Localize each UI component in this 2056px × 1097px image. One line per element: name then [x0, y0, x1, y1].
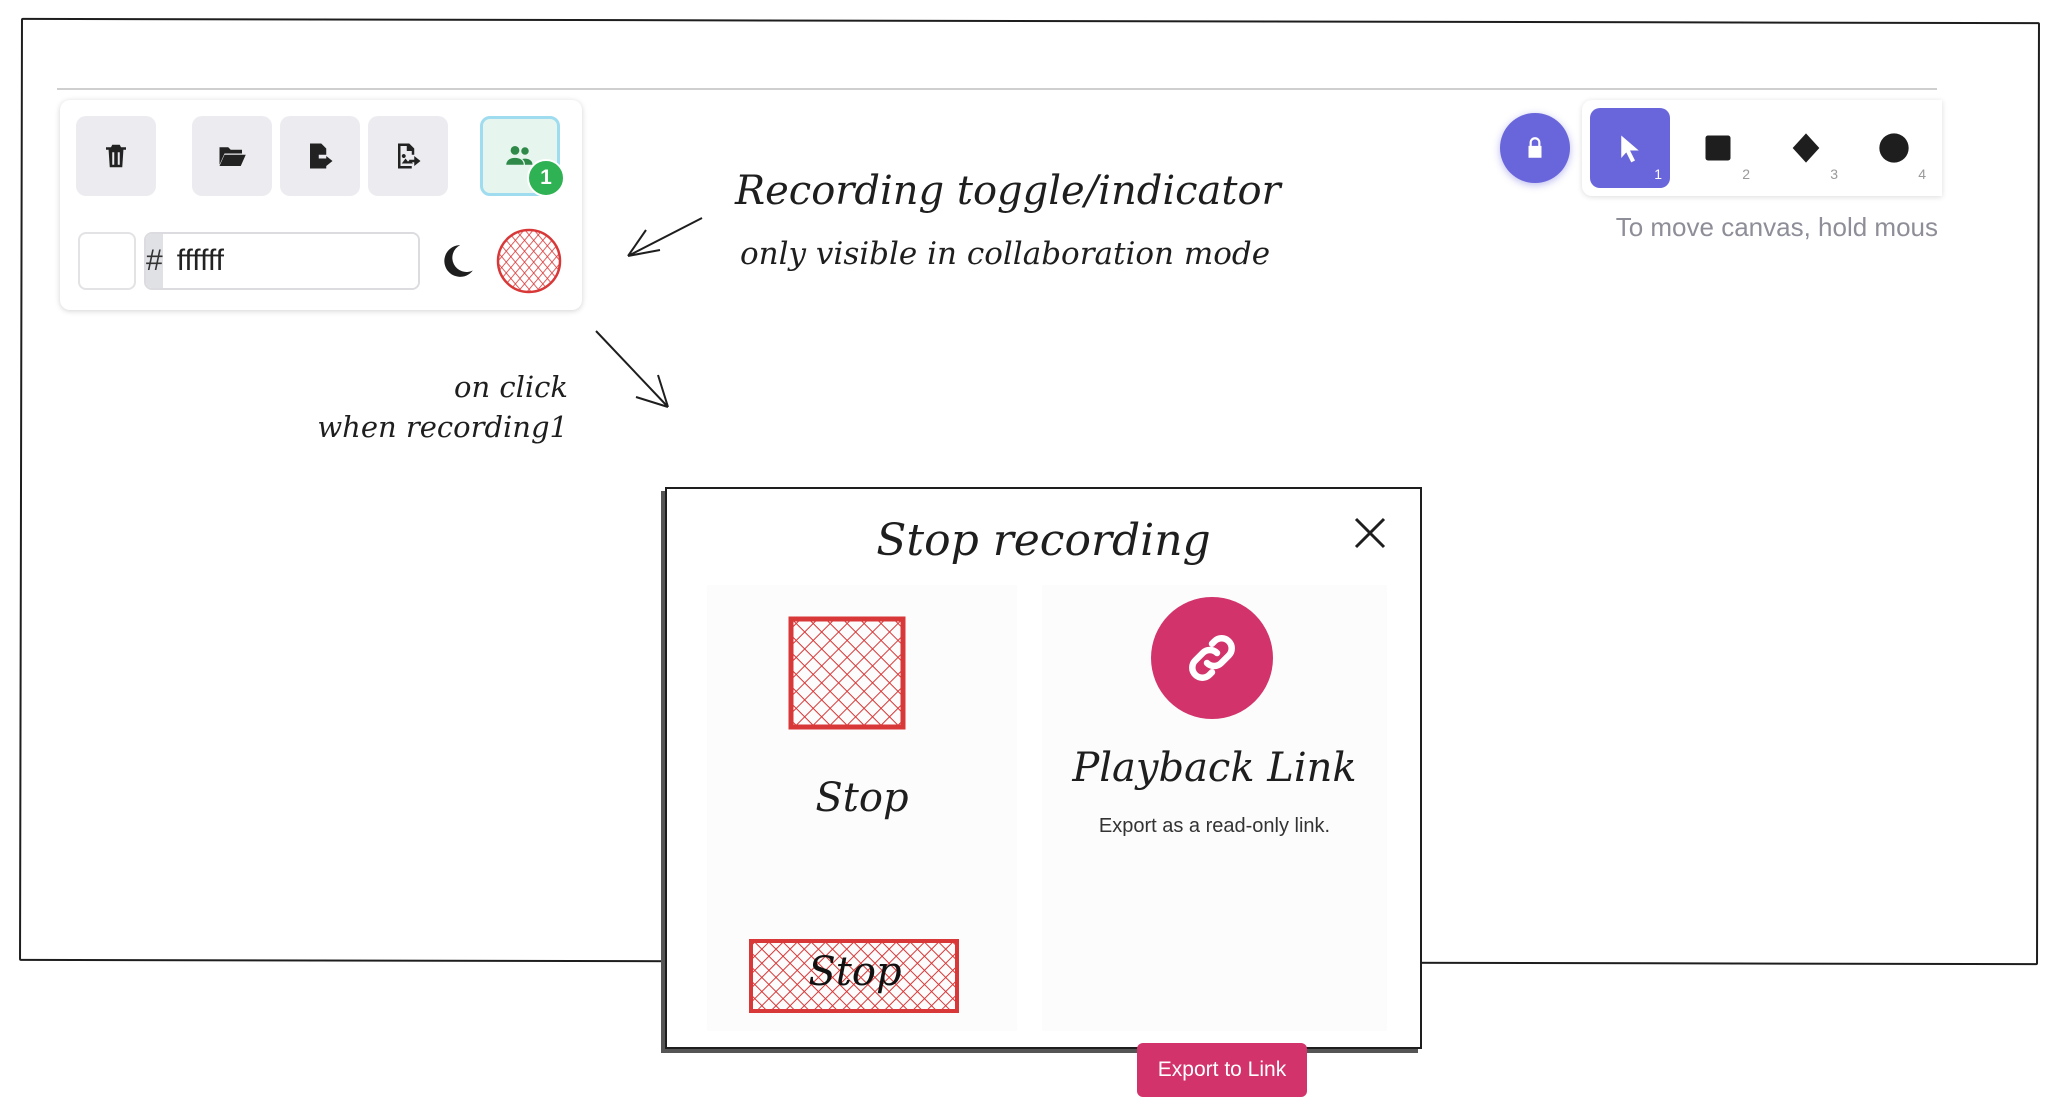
- annotation-when-recording: when recording1: [317, 410, 568, 444]
- stop-column: Stop Stop: [707, 585, 1017, 1031]
- file-export-icon: [310, 143, 333, 169]
- diamond-icon: [1792, 133, 1820, 163]
- stop-button-label: Stop: [808, 949, 902, 995]
- ellipse-tool[interactable]: 4: [1854, 108, 1934, 188]
- lock-icon: [1528, 137, 1542, 158]
- export-image-button[interactable]: [368, 116, 448, 196]
- dark-mode-moon-icon[interactable]: [438, 242, 476, 280]
- link-icon: [1189, 635, 1235, 681]
- left-toolbar-panel: 1 #: [60, 100, 582, 310]
- dialog-title: Stop recording: [876, 515, 1211, 566]
- color-hex-field: #: [144, 232, 420, 290]
- rectangle-tool[interactable]: 2: [1678, 108, 1758, 188]
- annotation-on-click: on click: [454, 370, 568, 404]
- stop-square-icon[interactable]: [787, 615, 909, 733]
- canvas-hint: To move canvas, hold mous: [1615, 212, 1938, 242]
- square-icon: [1705, 135, 1731, 161]
- collaborator-count-badge: 1: [527, 159, 565, 197]
- stop-label: Stop: [815, 775, 909, 821]
- delete-button[interactable]: [76, 116, 156, 196]
- annotation-title: Recording toggle/indicator: [735, 168, 1281, 214]
- playback-title: Playback Link: [1072, 745, 1357, 791]
- export-button[interactable]: [280, 116, 360, 196]
- background-color-swatch[interactable]: [78, 232, 136, 290]
- hex-hash-prefix: #: [146, 234, 163, 288]
- lock-button[interactable]: [1500, 113, 1570, 183]
- pointer-icon: [1621, 135, 1639, 163]
- pointer-key: 1: [1654, 166, 1662, 182]
- annotation-arrow-left: [627, 217, 703, 257]
- playback-link-badge: [1151, 597, 1273, 719]
- folder-open-icon: [219, 147, 246, 166]
- ellipse-key: 4: [1918, 166, 1926, 182]
- pointer-tool[interactable]: 1: [1590, 108, 1670, 188]
- annotation-arrow-down: [595, 330, 669, 408]
- trash-icon: [106, 144, 126, 168]
- diamond-key: 3: [1830, 166, 1838, 182]
- close-icon[interactable]: [1350, 513, 1390, 553]
- annotation-subtitle: only visible in collaboration mode: [740, 236, 1271, 272]
- collaboration-button[interactable]: 1: [480, 116, 565, 197]
- diamond-tool[interactable]: 3: [1766, 108, 1846, 188]
- app-top-divider: [57, 88, 1937, 90]
- export-to-link-button[interactable]: Export to Link: [1137, 1043, 1307, 1097]
- playback-column: Playback Link Export as a read-only link…: [1042, 585, 1387, 1097]
- rectangle-key: 2: [1742, 166, 1750, 182]
- stop-recording-dialog: Stop recording Stop Stop Playback Link E…: [665, 487, 1422, 1097]
- stop-button[interactable]: Stop: [747, 935, 963, 1017]
- file-image-export-icon: [398, 143, 421, 169]
- hex-color-input[interactable]: [162, 234, 418, 288]
- playback-description: Export as a read-only link.: [1098, 815, 1331, 837]
- shape-toolbar: 1 2 3 4: [1582, 100, 1942, 196]
- open-button[interactable]: [192, 116, 272, 196]
- recording-indicator-icon[interactable]: [492, 224, 566, 298]
- circle-icon: [1879, 133, 1909, 163]
